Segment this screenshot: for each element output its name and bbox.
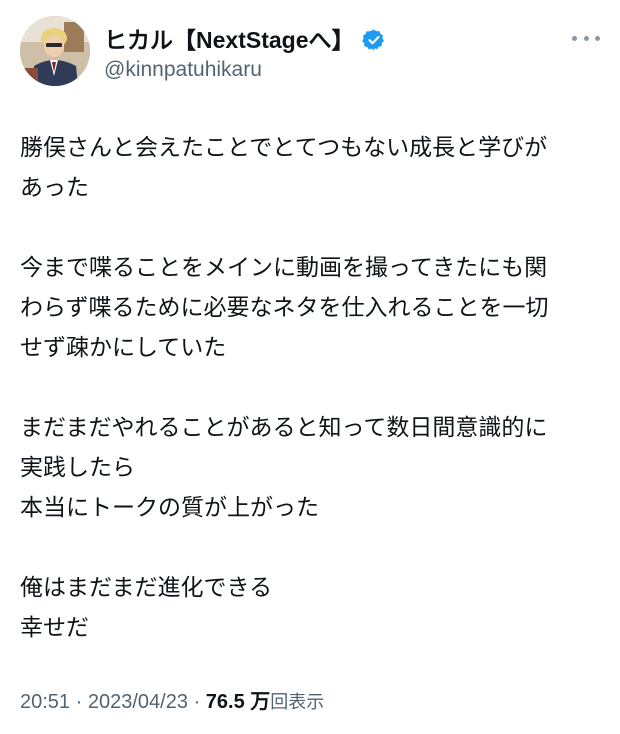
author-handle[interactable]: @kinnpatuhikaru: [104, 56, 262, 84]
verified-badge-icon: [362, 28, 386, 52]
author-display-name[interactable]: ヒカル【NextStageへ】: [104, 24, 354, 56]
tweet-text-line: まだまだやれることがあると知って数日間意識的に: [20, 415, 548, 441]
tweet-text: 勝俣さんと会えたことでとてつもない成長と学びが あった 今まで喋ることをメインに…: [20, 128, 610, 648]
tweet-text-line: せず疎かにしていた: [20, 335, 227, 361]
more-dot: [572, 35, 577, 41]
tweet-text-line: 本当にトークの質が上がった: [20, 495, 319, 521]
tweet-text-line: わらず喋るために必要なネタを仕入れることを一切: [20, 295, 549, 321]
views-count: 76.5 万: [205, 691, 271, 713]
more-options-icon[interactable]: [572, 26, 600, 50]
tweet-card: ヒカル【NextStageへ】 @kinnpatuhikaru 勝俣さんと会えた…: [0, 0, 620, 734]
more-dot: [583, 35, 589, 41]
tweet-text-line: あった: [20, 175, 89, 201]
tweet-text-line: 俺はまだまだ進化できる: [20, 575, 273, 601]
tweet-meta: 20:51 · 2023/04/23 · 76.5 万回表示: [20, 688, 324, 717]
meta-separator: ·: [75, 691, 83, 713]
meta-separator: ·: [193, 691, 201, 713]
tweet-date[interactable]: 2023/04/23: [88, 691, 188, 713]
more-dot: [595, 35, 600, 41]
avatar-photo: [20, 16, 90, 86]
author-name-row: ヒカル【NextStageへ】: [104, 24, 386, 56]
tweet-text-line: 今まで喋ることをメインに動画を撮ってきたにも関: [20, 255, 548, 281]
tweet-text-line: 実践したら: [20, 455, 135, 481]
views-label: 回表示: [270, 692, 325, 713]
tweet-time[interactable]: 20:51: [20, 691, 70, 713]
tweet-text-line: 幸せだ: [20, 615, 89, 641]
tweet-text-line: 勝俣さんと会えたことでとてつもない成長と学びが: [20, 135, 548, 161]
avatar[interactable]: [20, 16, 90, 86]
